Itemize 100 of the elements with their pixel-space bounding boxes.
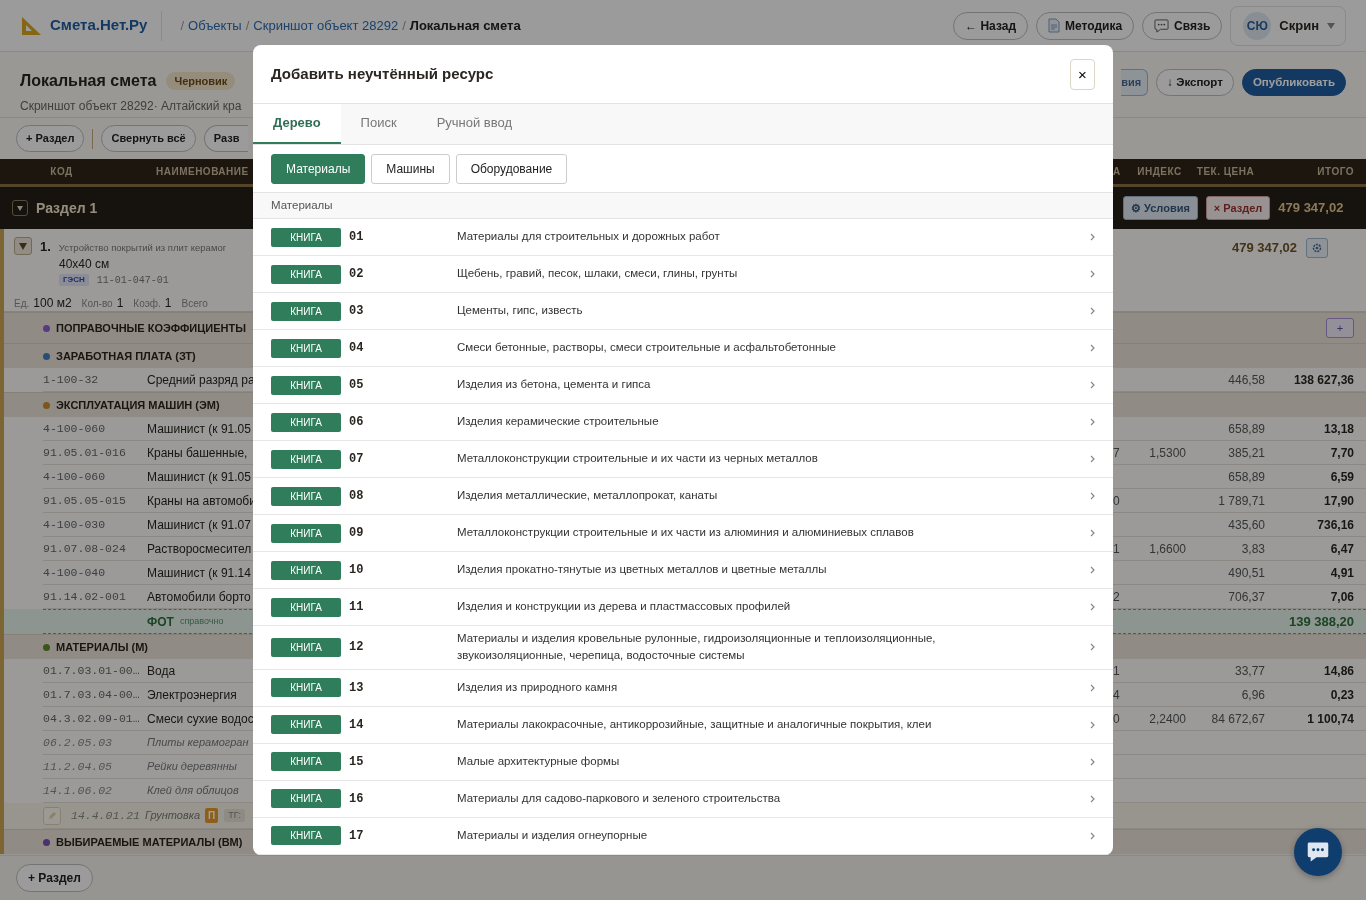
header-button[interactable]: Методика bbox=[1036, 11, 1135, 40]
catalog-item[interactable]: КНИГА 12 Материалы и изделия кровельные рулонные, гидроизоляционные и теплоизоляционные, звукоизоляционные, черепица, водосточные системы bbox=[253, 626, 1113, 670]
filter-button[interactable]: Материалы bbox=[271, 153, 366, 184]
name-cell-text: Вода bbox=[147, 662, 176, 680]
table-cell-text: 0 bbox=[1113, 710, 1121, 728]
fot-note: справочно bbox=[179, 614, 224, 628]
book-name: Малые архитектурные формы bbox=[457, 753, 621, 769]
book-name: Изделия из природного камня bbox=[457, 679, 619, 695]
code-cell-text: 1-100-32 bbox=[43, 371, 100, 388]
book-tag: КНИГА bbox=[271, 449, 341, 469]
meta-value: 1 bbox=[164, 294, 172, 312]
catalog-item[interactable]: КНИГА 05 Изделия из бетона, цемента и гипса bbox=[253, 367, 1113, 404]
tab[interactable]: Поиск bbox=[340, 104, 417, 144]
column-header: А bbox=[1113, 165, 1122, 179]
book-code: 08 bbox=[348, 488, 365, 505]
chevron-icon bbox=[1090, 643, 1095, 652]
code-cell-text: 4-100-060 bbox=[43, 468, 107, 485]
book-name: Цементы, гипс, известь bbox=[457, 303, 584, 319]
book-tag: КНИГА bbox=[271, 375, 341, 395]
code-cell-text: 06.2.05.03 bbox=[43, 734, 113, 751]
code-cell-text: 04.3.02.09-01… bbox=[43, 710, 141, 727]
catalog-item[interactable]: КНИГА 04 Смеси бетонные, растворы, смеси строительные и асфальтобетонные bbox=[253, 330, 1113, 367]
settings-button[interactable] bbox=[1306, 238, 1328, 258]
book-name: Металлоконструкции строительные и их части из черных металлов bbox=[457, 451, 819, 467]
toolbar-button[interactable]: Разв bbox=[203, 125, 249, 152]
delete-section-button[interactable]: × Раздел bbox=[1205, 195, 1271, 221]
catalog-item[interactable]: КНИГА 09 Металлоконструкции строительные и их части из алюминия и алюминиевых сплавов bbox=[253, 515, 1113, 552]
table-cell-text: 0 bbox=[1113, 492, 1121, 510]
meta-label: Кол-во bbox=[81, 296, 113, 311]
fot-label: ФОТ bbox=[147, 613, 174, 631]
name-cell-text: Электроэнергия bbox=[147, 686, 237, 704]
logo[interactable]: Смета.Нет.Ру bbox=[50, 14, 148, 37]
catalog-item[interactable]: КНИГА 06 Изделия керамические строительные bbox=[253, 404, 1113, 441]
catalog-item[interactable]: КНИГА 16 Материалы для садово-паркового и зеленого строительства bbox=[253, 780, 1113, 818]
catalog-item[interactable]: КНИГА 17 Материалы и изделия огнеупорные bbox=[253, 817, 1113, 855]
book-name: Материалы и изделия кровельные рулонные, гидроизоляционные и теплоизоляционные, звукоизоляционные, черепица, водосточные системы bbox=[457, 631, 937, 664]
total-cell-text: 4,91 bbox=[1329, 564, 1354, 582]
expand-toggle[interactable] bbox=[14, 237, 32, 255]
toolbar-button[interactable]: + Раздел bbox=[16, 125, 85, 152]
total-cell-text: 0,23 bbox=[1329, 686, 1354, 704]
action-button[interactable]: ↓ Экспорт bbox=[1156, 69, 1234, 97]
tab[interactable]: Дерево bbox=[253, 104, 341, 144]
column-header: НАИМЕНОВАНИЕ bbox=[155, 165, 249, 179]
group-title: ЗАРАБОТНАЯ ПЛАТА (ЗТ) bbox=[56, 348, 196, 364]
pencil-icon bbox=[48, 811, 56, 820]
catalog-item[interactable]: КНИГА 10 Изделия прокатно-тянутые из цветных металлов и цветные металлы bbox=[253, 552, 1113, 589]
table-cell-text: 658,89 bbox=[1227, 420, 1265, 438]
catalog-item[interactable]: КНИГА 01 Материалы для строительных и дорожных работ bbox=[253, 219, 1113, 256]
norm-tag: ГЭСН bbox=[59, 274, 89, 286]
group-title: ПОПРАВОЧНЫЕ КОЭФФИЦИЕНТЫ bbox=[56, 320, 246, 336]
code-cell-text: 91.14.02-001 bbox=[43, 588, 127, 605]
tab[interactable]: Ручной ввод bbox=[416, 104, 533, 144]
collapse-toggle[interactable] bbox=[12, 200, 28, 216]
table-cell-text: 6,96 bbox=[1240, 686, 1265, 704]
action-button[interactable]: Опубликовать bbox=[1241, 69, 1346, 97]
header-button[interactable]: ← Назад bbox=[953, 11, 1028, 40]
item-number: 1. bbox=[40, 238, 51, 256]
column-header: ТЕК. ЦЕНА bbox=[1195, 165, 1256, 179]
filter-button[interactable]: Машины bbox=[371, 153, 450, 184]
catalog-item[interactable]: КНИГА 08 Изделия металлические, металлопрокат, канаты bbox=[253, 478, 1113, 515]
name-cell-text: Смеси сухие водос bbox=[147, 710, 254, 728]
code-cell-text: 4-100-030 bbox=[43, 516, 107, 533]
user-menu[interactable]: СЮ Скрин bbox=[1230, 5, 1346, 46]
toolbar-button[interactable]: Свернуть всё bbox=[101, 125, 196, 152]
catalog-item[interactable]: КНИГА 07 Металлоконструкции строительные и их части из черных металлов bbox=[253, 441, 1113, 478]
breadcrumb-link[interactable]: Скриншот объект 28292 bbox=[253, 15, 399, 36]
book-name: Материалы для садово-паркового и зеленого строительства bbox=[457, 790, 782, 806]
catalog-item[interactable]: КНИГА 15 Малые архитектурные формы bbox=[253, 743, 1113, 781]
book-code: 05 bbox=[348, 377, 365, 394]
code-cell-text: 91.05.01-016 bbox=[43, 444, 127, 461]
chevron-icon bbox=[1090, 307, 1095, 315]
breadcrumb-link[interactable]: Объекты bbox=[188, 15, 242, 36]
book-name: Материалы и изделия огнеупорные bbox=[457, 827, 649, 843]
code-cell-text: 91.05.05-015 bbox=[43, 492, 127, 509]
book-tag: КНИГА bbox=[271, 227, 341, 247]
catalog-item[interactable]: КНИГА 11 Изделия и конструкции из дерева и пластмассовых профилей bbox=[253, 589, 1113, 626]
name-cell-text: Машинист (к 91.05 bbox=[147, 420, 251, 438]
catalog-item[interactable]: КНИГА 13 Изделия из природного камня bbox=[253, 669, 1113, 707]
table-cell-text: 435,60 bbox=[1227, 516, 1265, 534]
chat-icon bbox=[1154, 18, 1170, 33]
book-tag: КНИГА bbox=[271, 523, 341, 543]
catalog-item[interactable]: КНИГА 14 Материалы лакокрасочные, антикоррозийные, защитные и аналогичные покрытия, клеи bbox=[253, 706, 1113, 744]
table-cell-text: 7 bbox=[1113, 444, 1121, 462]
add-button[interactable]: + bbox=[1326, 318, 1354, 338]
catalog-item[interactable]: КНИГА 03 Цементы, гипс, известь bbox=[253, 293, 1113, 330]
filter-button[interactable]: Оборудование bbox=[455, 153, 568, 184]
chevron-icon bbox=[1090, 831, 1095, 840]
breadcrumb-link[interactable]: Локальная смета bbox=[409, 15, 521, 36]
table-cell-text: 385,21 bbox=[1227, 444, 1265, 462]
catalog-item[interactable]: КНИГА 02 Щебень, гравий, песок, шлаки, смеси, глины, грунты bbox=[253, 256, 1113, 293]
conditions-button[interactable]: ⚙ Условия bbox=[1123, 195, 1198, 221]
breadcrumb-separator: / bbox=[402, 16, 406, 35]
add-section-button[interactable]: + Раздел bbox=[16, 864, 93, 892]
header-button[interactable]: Связь bbox=[1142, 11, 1223, 40]
book-code: 15 bbox=[348, 753, 365, 771]
total-cell-text: 7,06 bbox=[1329, 588, 1354, 606]
book-code: 13 bbox=[348, 679, 365, 697]
close-button[interactable]: × bbox=[1070, 58, 1095, 90]
chevron-icon bbox=[1090, 529, 1095, 537]
book-name: Изделия и конструкции из дерева и пластмассовых профилей bbox=[457, 599, 792, 615]
